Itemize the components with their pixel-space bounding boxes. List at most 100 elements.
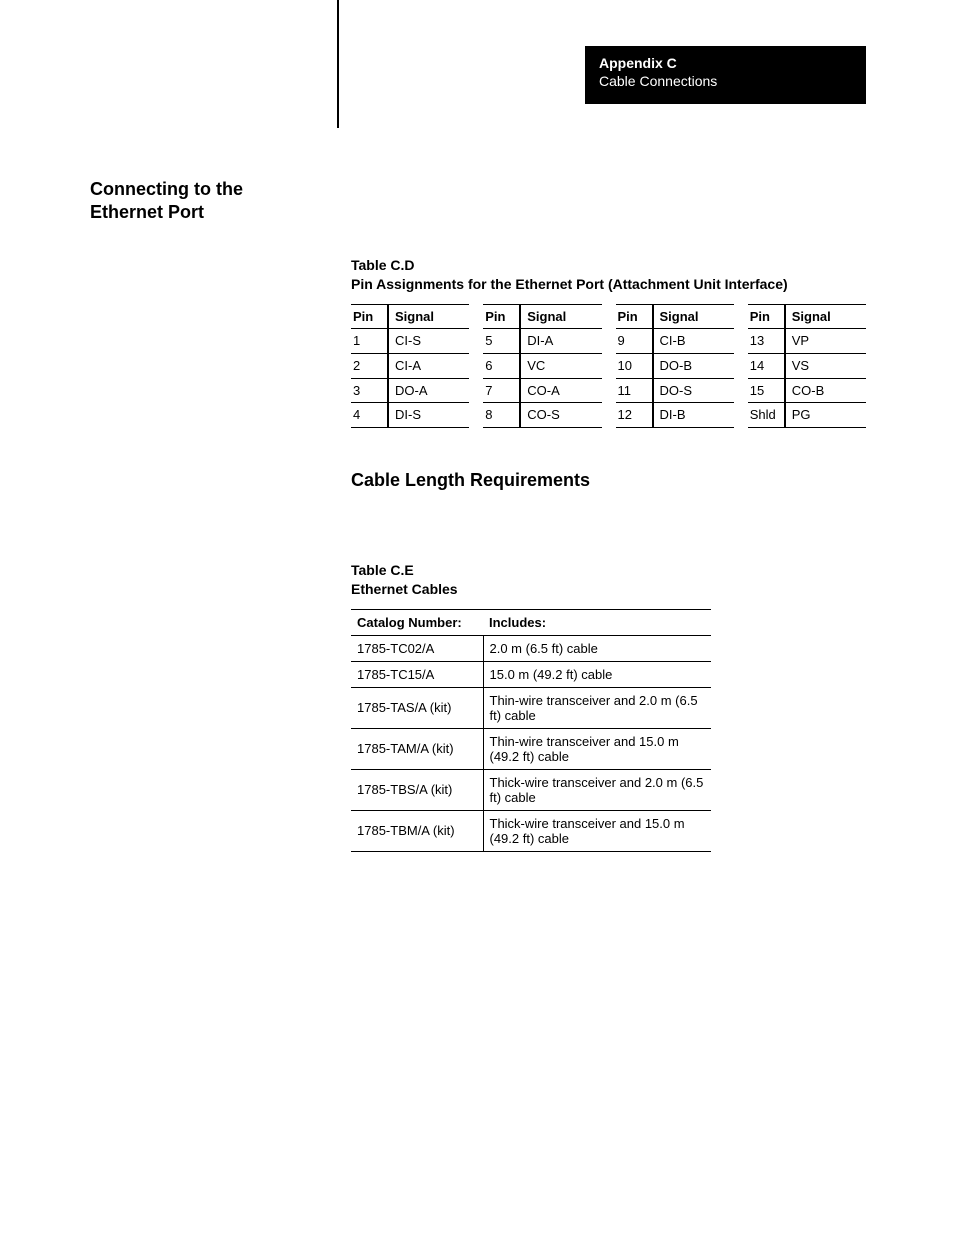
vertical-divider <box>337 0 339 128</box>
signal-cell: CO-A <box>521 383 601 399</box>
appendix-label: Appendix C <box>599 54 852 72</box>
table-row: 1785-TBS/A (kit) Thick-wire transceiver … <box>351 769 711 810</box>
pin-cell: 15 <box>748 383 784 399</box>
pin-cell: 2 <box>351 358 387 374</box>
table-row: 15 CO-B <box>748 379 866 404</box>
table-row: 5 DI-A <box>483 329 601 354</box>
pin-cell: 7 <box>483 383 519 399</box>
table-row: 4 DI-S <box>351 403 469 428</box>
pin-cell: 10 <box>616 358 652 374</box>
signal-cell: CO-S <box>521 407 601 423</box>
table-row: 11 DO-S <box>616 379 734 404</box>
pin-cell: 6 <box>483 358 519 374</box>
signal-cell: CO-B <box>786 383 866 399</box>
catalog-cell: 1785-TAS/A (kit) <box>351 687 483 728</box>
signal-cell: VS <box>786 358 866 374</box>
pin-cell: 11 <box>616 383 652 399</box>
table-row: 3 DO-A <box>351 379 469 404</box>
pin-col-head: Pin Signal <box>748 304 866 330</box>
table-row: 1 CI-S <box>351 329 469 354</box>
ethernet-cables-table: Catalog Number: Includes: 1785-TC02/A 2.… <box>351 609 711 852</box>
includes-header: Includes: <box>483 609 711 635</box>
content-column: Table C.D Pin Assignments for the Ethern… <box>351 256 866 852</box>
pin-cell: 13 <box>748 333 784 349</box>
table-row: 1785-TAM/A (kit) Thin-wire transceiver a… <box>351 728 711 769</box>
table-row: 14 VS <box>748 354 866 379</box>
table-row: 8 CO-S <box>483 403 601 428</box>
pin-col-head: Pin Signal <box>483 304 601 330</box>
signal-cell: CI-S <box>389 333 469 349</box>
table-row: 12 DI-B <box>616 403 734 428</box>
pin-col-1: Pin Signal 5 DI-A 6 VC 7 CO-A 8 <box>483 304 601 428</box>
table-head-row: Catalog Number: Includes: <box>351 609 711 635</box>
pin-col-0: Pin Signal 1 CI-S 2 CI-A 3 DO-A 4 <box>351 304 469 428</box>
pin-col-head: Pin Signal <box>616 304 734 330</box>
signal-cell: VC <box>521 358 601 374</box>
signal-cell: DO-B <box>654 358 734 374</box>
pin-cell: 9 <box>616 333 652 349</box>
includes-cell: 2.0 m (6.5 ft) cable <box>483 635 711 661</box>
signal-cell: DI-A <box>521 333 601 349</box>
catalog-cell: 1785-TC15/A <box>351 661 483 687</box>
appendix-subtitle: Cable Connections <box>599 72 852 90</box>
catalog-cell: 1785-TC02/A <box>351 635 483 661</box>
signal-cell: PG <box>786 407 866 423</box>
table-row: 1785-TBM/A (kit) Thick-wire transceiver … <box>351 810 711 851</box>
page-header: Appendix C Cable Connections <box>585 46 866 104</box>
signal-header: Signal <box>389 309 469 325</box>
signal-cell: VP <box>786 333 866 349</box>
table-row: Shld PG <box>748 403 866 428</box>
pin-cell: 1 <box>351 333 387 349</box>
signal-cell: CI-B <box>654 333 734 349</box>
pin-header: Pin <box>748 309 784 325</box>
pin-col-3: Pin Signal 13 VP 14 VS 15 CO-B Shld <box>748 304 866 428</box>
pin-cell: Shld <box>748 407 784 423</box>
signal-cell: DO-S <box>654 383 734 399</box>
pin-cell: 3 <box>351 383 387 399</box>
signal-header: Signal <box>786 309 866 325</box>
table-d-label: Table C.D <box>351 256 866 275</box>
pin-col-2: Pin Signal 9 CI-B 10 DO-B 11 DO-S 12 <box>616 304 734 428</box>
pin-cell: 8 <box>483 407 519 423</box>
signal-cell: DI-S <box>389 407 469 423</box>
includes-cell: Thick-wire transceiver and 2.0 m (6.5 ft… <box>483 769 711 810</box>
pin-col-head: Pin Signal <box>351 304 469 330</box>
table-e-caption: Table C.E Ethernet Cables <box>351 561 866 599</box>
table-row: 2 CI-A <box>351 354 469 379</box>
signal-cell: DI-B <box>654 407 734 423</box>
table-e-title: Ethernet Cables <box>351 580 866 599</box>
pin-header: Pin <box>351 309 387 325</box>
table-d-caption: Table C.D Pin Assignments for the Ethern… <box>351 256 866 294</box>
section-heading: Connecting to the Ethernet Port <box>90 178 310 223</box>
catalog-cell: 1785-TBM/A (kit) <box>351 810 483 851</box>
signal-cell: CI-A <box>389 358 469 374</box>
pin-cell: 5 <box>483 333 519 349</box>
pin-cell: 4 <box>351 407 387 423</box>
includes-cell: 15.0 m (49.2 ft) cable <box>483 661 711 687</box>
signal-cell: DO-A <box>389 383 469 399</box>
table-row: 1785-TC15/A 15.0 m (49.2 ft) cable <box>351 661 711 687</box>
table-row: 6 VC <box>483 354 601 379</box>
table-row: 10 DO-B <box>616 354 734 379</box>
includes-cell: Thick-wire transceiver and 15.0 m (49.2 … <box>483 810 711 851</box>
signal-header: Signal <box>654 309 734 325</box>
includes-cell: Thin-wire transceiver and 2.0 m (6.5 ft)… <box>483 687 711 728</box>
signal-header: Signal <box>521 309 601 325</box>
pin-assignment-table: Pin Signal 1 CI-S 2 CI-A 3 DO-A 4 <box>351 304 866 428</box>
catalog-cell: 1785-TAM/A (kit) <box>351 728 483 769</box>
table-row: 1785-TC02/A 2.0 m (6.5 ft) cable <box>351 635 711 661</box>
catalog-cell: 1785-TBS/A (kit) <box>351 769 483 810</box>
table-row: 13 VP <box>748 329 866 354</box>
table-row: 7 CO-A <box>483 379 601 404</box>
pin-header: Pin <box>483 309 519 325</box>
table-e-label: Table C.E <box>351 561 866 580</box>
cable-length-heading: Cable Length Requirements <box>351 470 866 491</box>
table-d-title: Pin Assignments for the Ethernet Port (A… <box>351 275 866 294</box>
catalog-header: Catalog Number: <box>351 609 483 635</box>
pin-cell: 14 <box>748 358 784 374</box>
table-row: 9 CI-B <box>616 329 734 354</box>
includes-cell: Thin-wire transceiver and 15.0 m (49.2 f… <box>483 728 711 769</box>
table-row: 1785-TAS/A (kit) Thin-wire transceiver a… <box>351 687 711 728</box>
pin-header: Pin <box>616 309 652 325</box>
pin-cell: 12 <box>616 407 652 423</box>
